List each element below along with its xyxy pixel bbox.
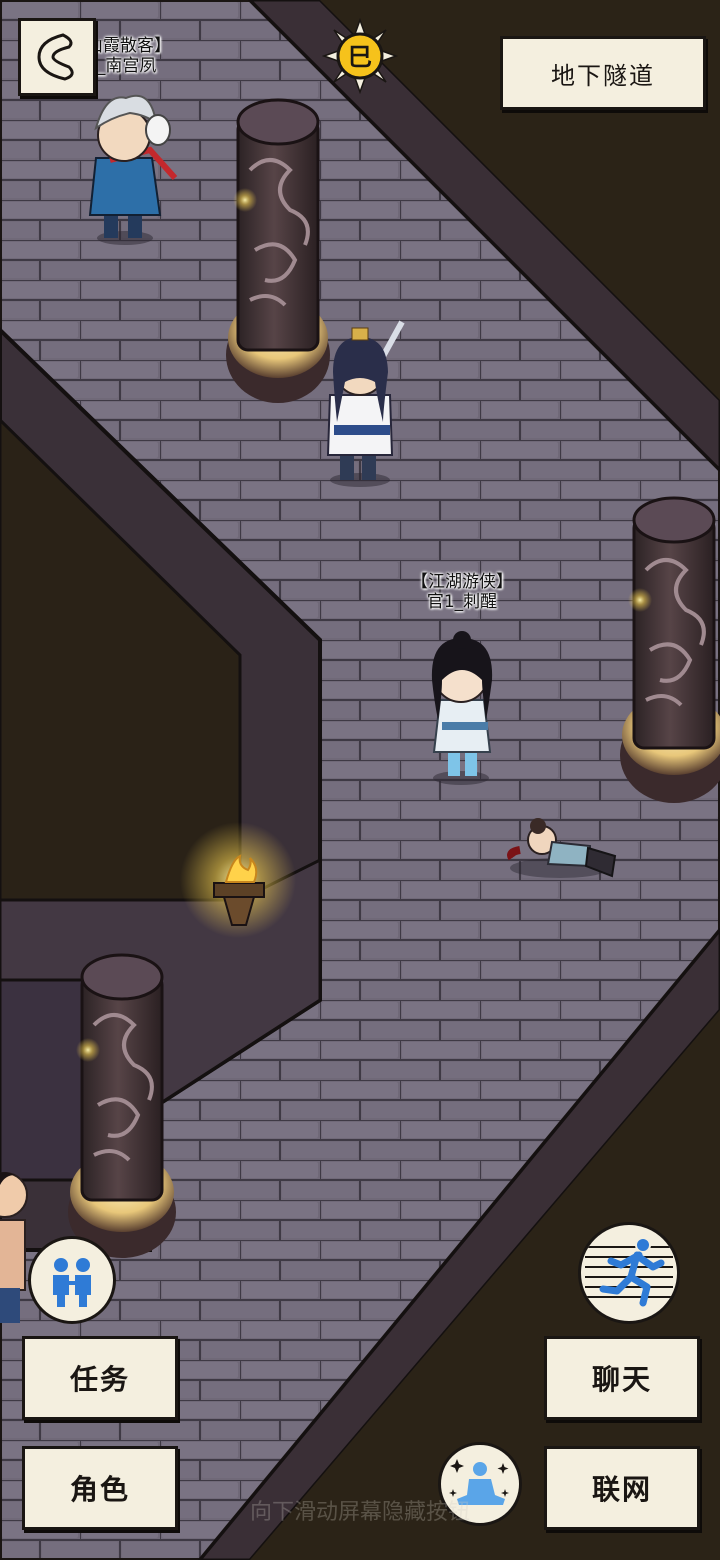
back-arrow-icon xyxy=(37,33,74,81)
back-button[interactable] xyxy=(18,18,96,96)
npc-top-title: 山霞散客】 xyxy=(86,36,171,56)
game-scene[interactable] xyxy=(0,0,720,1560)
party-icon xyxy=(53,1258,91,1307)
npc-center-nametag: 【江湖游侠】 官1_刺醒 xyxy=(400,572,524,612)
time-glyph: 巳 xyxy=(348,43,372,71)
npc-center-name: 官1_刺醒 xyxy=(426,592,498,612)
chat-button[interactable]: 聊天 xyxy=(544,1336,700,1420)
carved-pillar xyxy=(620,496,720,803)
npc-top-nametag: 山霞散客】 8_南宫夙 xyxy=(86,36,171,76)
task-label: 任务 xyxy=(69,1363,130,1396)
npc-center-title: 【江湖游侠】 xyxy=(411,572,513,592)
run-icon xyxy=(585,1237,673,1307)
task-button[interactable]: 任务 xyxy=(22,1336,178,1420)
time-indicator: 巳 xyxy=(321,17,399,95)
party-button[interactable] xyxy=(28,1236,116,1324)
location-label: 地下隧道 xyxy=(551,61,655,90)
swipe-hint: 向下滑动屏幕隐藏按钮 xyxy=(249,1500,470,1525)
run-button[interactable] xyxy=(578,1222,680,1324)
sun-icon: 巳 xyxy=(321,17,399,95)
wall-torch xyxy=(180,822,296,938)
carved-pillar xyxy=(226,98,330,403)
npc-top-name: 8_南宫夙 xyxy=(86,56,157,76)
chat-label: 聊天 xyxy=(591,1363,652,1396)
location-button[interactable]: 地下隧道 xyxy=(500,36,706,110)
carved-pillar xyxy=(68,953,176,1258)
